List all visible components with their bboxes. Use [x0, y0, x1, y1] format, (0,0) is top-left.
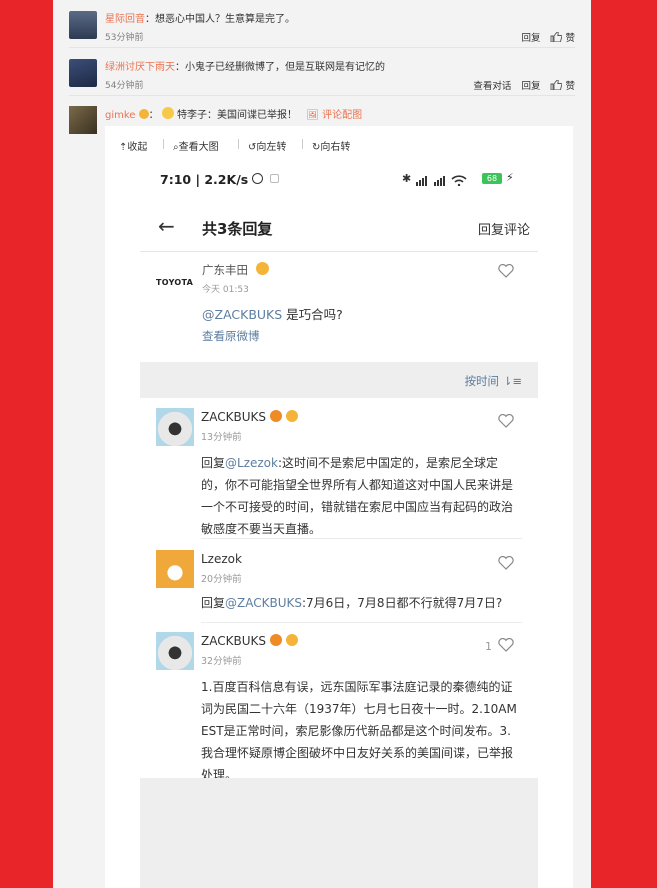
alarm-icon	[252, 173, 263, 184]
sort-icon: ⇂≡	[502, 374, 522, 388]
mention-link[interactable]: @ZACKBUKS	[225, 596, 302, 610]
toyota-logo[interactable]: TOYOTA	[156, 268, 194, 298]
reply-button[interactable]: 回复	[521, 30, 540, 44]
status-time: 7:10 | 2.2K/s	[160, 172, 249, 187]
image-toolbar: ⇡收起 ⌕查看大图 ↺向左转 ↻向右转	[105, 126, 573, 162]
original-username[interactable]: 广东丰田	[202, 263, 248, 277]
comment-image-link[interactable]: 🖼 评论配图	[306, 110, 362, 121]
heart-icon[interactable]	[498, 556, 514, 570]
comment-item: 绿洲讨厌下雨天：小鬼子已经删微博了，但是互联网是有记忆的 54分钟前 查看对话 …	[69, 52, 575, 96]
heart-icon[interactable]	[498, 414, 514, 428]
rotate-left-button[interactable]: ↺向左转	[248, 138, 286, 153]
crown-badge-icon	[285, 410, 298, 422]
view-large-button[interactable]: ⌕查看大图	[173, 138, 219, 153]
heart-icon[interactable]	[498, 638, 514, 652]
comment-text: ：想恶心中国人？生意算是完了。	[145, 14, 295, 25]
crown-badge-icon	[285, 634, 298, 646]
bluetooth-icon: ✱	[402, 172, 412, 185]
reply-time: 20分钟前	[201, 574, 242, 585]
avatar[interactable]	[156, 550, 194, 588]
original-comment: TOYOTA 广东丰田 今天 01:53 @ZACKBUKS 是巧合吗? 查看原…	[140, 252, 538, 362]
heart-icon[interactable]	[498, 264, 514, 278]
thumb-up-icon	[551, 80, 563, 90]
comment-username[interactable]: 绿洲讨厌下雨天	[105, 62, 175, 73]
comment-column: 星际回音：想恶心中国人？生意算是完了。 53分钟前 回复 赞 绿洲讨厌下雨天：小…	[53, 0, 591, 888]
comment-time: 53分钟前	[105, 33, 144, 43]
image-icon: 🖼	[306, 110, 319, 121]
sort-bar: 按时间 ⇂≡	[140, 362, 538, 398]
collapse-button[interactable]: ⇡收起	[119, 138, 147, 153]
emoji-icon	[161, 107, 174, 119]
mention-link[interactable]: @Lzezok	[225, 456, 278, 470]
comment-text: 特李子：美国间谍已举报！	[177, 110, 298, 121]
status-bar: 7:10 | 2.2K/s ✱ 68 ⚡	[140, 162, 538, 202]
rotate-right-button[interactable]: ↻向右转	[312, 138, 350, 153]
reply-text: 1.百度百科信息有误，远东国际军事法庭记录的秦德纯的证词为民国二十六年（1937…	[201, 680, 517, 782]
crown-badge-icon	[255, 262, 269, 275]
original-text: @ZACKBUKS 是巧合吗?	[202, 307, 343, 322]
reply-list: ZACKBUKS 13分钟前 回复@Lzezok:这时间不是索尼中国定的，是索尼…	[140, 398, 538, 782]
back-arrow-icon[interactable]: ←	[158, 214, 175, 238]
avatar[interactable]	[69, 59, 97, 87]
notification-icon	[270, 174, 279, 183]
comment-image: 7:10 | 2.2K/s ✱ 68 ⚡ ← 共3条回复 回复评论 TOYOTA	[105, 162, 573, 888]
avatar[interactable]	[156, 632, 194, 670]
like-button[interactable]: 赞	[550, 78, 575, 92]
reply-username[interactable]: Lzezok	[201, 552, 242, 566]
verified-badge-icon	[269, 634, 282, 646]
original-time: 今天 01:53	[202, 285, 249, 295]
like-count: 1	[485, 640, 492, 653]
reply-time: 13分钟前	[201, 432, 242, 443]
avatar[interactable]	[69, 11, 97, 39]
signal-icon	[416, 175, 467, 186]
comment-text: ：小鬼子已经删微博了，但是互联网是有记忆的	[175, 62, 385, 73]
phone-screenshot: 7:10 | 2.2K/s ✱ 68 ⚡ ← 共3条回复 回复评论 TOYOTA	[140, 162, 538, 888]
reply-username[interactable]: ZACKBUKS	[201, 410, 266, 424]
crown-badge-icon	[138, 109, 149, 119]
reply-text: 回复@Lzezok:这时间不是索尼中国定的，是索尼全球定的，你不可能指望全世界所…	[201, 456, 514, 536]
thumb-up-icon	[551, 32, 563, 42]
avatar[interactable]	[156, 408, 194, 446]
reply-text: 回复@ZACKBUKS:7月6日，7月8日都不行就得7月7日?	[201, 596, 503, 610]
comment-time: 54分钟前	[105, 81, 144, 91]
page-title: 共3条回复	[202, 220, 273, 238]
comment-username[interactable]: gimke	[105, 110, 135, 121]
reply-button[interactable]: 回复	[521, 78, 540, 92]
comment-item: 星际回音：想恶心中国人？生意算是完了。 53分钟前 回复 赞	[69, 4, 575, 48]
like-button[interactable]: 赞	[550, 30, 575, 44]
reply-comment-button[interactable]: 回复评论	[478, 219, 530, 238]
avatar[interactable]	[69, 106, 97, 134]
verified-badge-icon	[269, 410, 282, 422]
comment-username[interactable]: 星际回音	[105, 14, 145, 25]
mention-link[interactable]: @ZACKBUKS	[202, 307, 282, 322]
charging-icon: ⚡	[506, 171, 514, 184]
nav-bar: ← 共3条回复 回复评论	[140, 202, 538, 252]
reply-username[interactable]: ZACKBUKS	[201, 634, 266, 648]
battery-icon: 68	[482, 173, 502, 184]
sort-by-time-button[interactable]: 按时间 ⇂≡	[465, 373, 522, 389]
view-original-link[interactable]: 查看原微博	[202, 328, 260, 344]
reply-time: 32分钟前	[201, 656, 242, 667]
view-conversation-button[interactable]: 查看对话	[473, 78, 511, 92]
comment-item: gimke ： 特李子：美国间谍已举报！ 🖼 评论配图	[105, 106, 362, 121]
